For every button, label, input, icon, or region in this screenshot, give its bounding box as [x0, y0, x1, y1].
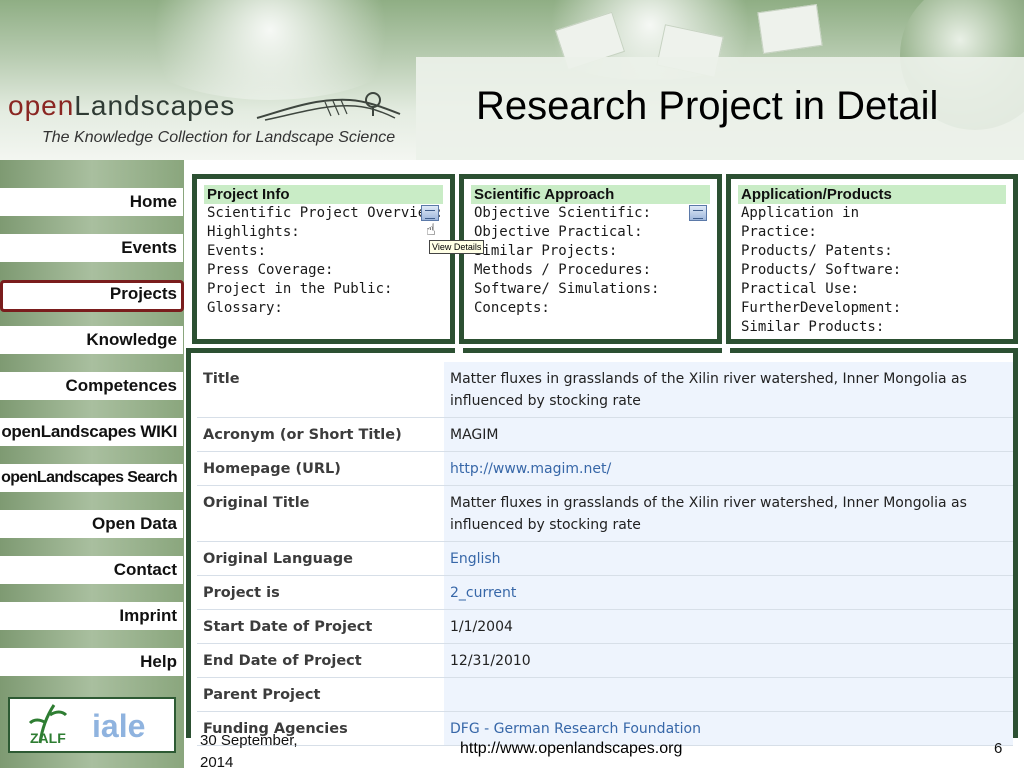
openlandscapes-logo[interactable]: openLandscapes [8, 90, 235, 122]
events-link[interactable]: Events: [204, 242, 443, 261]
view-details-tooltip: View Details [429, 240, 485, 254]
table-row: Homepage (URL) http://www.magim.net/ [197, 451, 1013, 486]
table-row: Original Language English [197, 541, 1013, 576]
nav-item-competences[interactable]: Competences [0, 372, 183, 400]
cloud-decoration [120, 0, 420, 100]
table-row: Start Date of Project 1/1/2004 [197, 609, 1013, 644]
zalf-logo-text: ZALF [30, 730, 66, 746]
methods-procedures-link[interactable]: Methods / Procedures: [471, 261, 710, 280]
nav-item-help[interactable]: Help [0, 648, 183, 676]
similar-projects-link[interactable]: Similar Projects: [471, 242, 710, 261]
products-patents-link[interactable]: Products/ Patents: [738, 242, 1006, 261]
project-in-the-public-link[interactable]: Project in the Public: [204, 280, 443, 299]
end-date-value: 12/31/2010 [444, 643, 1013, 678]
nav-item-imprint[interactable]: Imprint [0, 602, 183, 630]
project-details-table: Title Matter fluxes in grasslands of the… [197, 362, 1013, 746]
scientific-approach-heading: Scientific Approach [471, 185, 710, 204]
parent-project-value [444, 677, 1013, 712]
view-details-icon[interactable] [421, 205, 439, 221]
table-row: Title Matter fluxes in grasslands of the… [197, 362, 1013, 418]
sidebar-nav: Home Events Projects Knowledge Competenc… [0, 160, 184, 768]
press-coverage-link[interactable]: Press Coverage: [204, 261, 443, 280]
partner-logos: ZALF iale [8, 697, 176, 753]
scientific-project-overview-link[interactable]: Scientific Project Overview: [204, 204, 443, 223]
scientific-approach-box: Scientific Approach Objective Scientific… [459, 174, 722, 344]
project-info-box: Project Info Scientific Project Overview… [192, 174, 455, 344]
project-status-label: Project is [197, 575, 444, 610]
title-label: Title [197, 362, 444, 418]
floating-paper-decoration [757, 4, 823, 54]
view-details-icon[interactable] [689, 205, 707, 221]
nav-item-events[interactable]: Events [0, 234, 183, 262]
footer-url-link[interactable]: http://www.openlandscapes.org [460, 740, 682, 758]
original-title-value: Matter fluxes in grasslands of the Xilin… [444, 485, 1013, 542]
nav-item-open-data[interactable]: Open Data [0, 510, 183, 538]
application-in-practice-link[interactable]: Application in [738, 204, 1006, 223]
parent-project-label: Parent Project [197, 677, 444, 712]
landscape-hills-icon [256, 92, 401, 121]
project-info-heading: Project Info [204, 185, 443, 204]
title-value: Matter fluxes in grasslands of the Xilin… [444, 362, 1013, 418]
table-row: Acronym (or Short Title) MAGIM [197, 417, 1013, 452]
zalf-iale-logo-icon: ZALF iale [28, 704, 145, 746]
products-software-link[interactable]: Products/ Software: [738, 261, 1006, 280]
table-row: Project is 2_current [197, 575, 1013, 610]
acronym-label: Acronym (or Short Title) [197, 417, 444, 452]
nav-item-knowledge[interactable]: Knowledge [0, 326, 183, 354]
end-date-label: End Date of Project [197, 643, 444, 678]
nav-item-projects[interactable]: Projects [0, 280, 184, 312]
iale-logo-text: iale [92, 708, 145, 744]
nav-item-home[interactable]: Home [0, 188, 183, 216]
application-products-heading: Application/Products [738, 185, 1006, 204]
acronym-value: MAGIM [444, 417, 1013, 452]
logo-text-open: open [8, 90, 75, 121]
application-products-box: Application/Products Application in Prac… [726, 174, 1018, 344]
project-status-link[interactable]: 2_current [444, 575, 1013, 610]
similar-products-link[interactable]: Similar Products: [738, 318, 1006, 337]
nav-item-openlandscapes-wiki[interactable]: openLandscapes WIKI [0, 418, 183, 446]
start-date-label: Start Date of Project [197, 609, 444, 644]
concepts-link[interactable]: Concepts: [471, 299, 710, 318]
highlights-link[interactable]: Highlights: [204, 223, 443, 242]
original-language-label: Original Language [197, 541, 444, 576]
hand-cursor-icon: ☝ [426, 220, 436, 239]
logo-tagline: The Knowledge Collection for Landscape S… [42, 129, 396, 146]
slide-title: Research Project in Detail [476, 84, 939, 128]
logo-text-landscapes: Landscapes [74, 90, 236, 121]
page-number: 6 [994, 740, 1003, 757]
homepage-link[interactable]: http://www.magim.net/ [444, 451, 1013, 486]
table-row: End Date of Project 12/31/2010 [197, 643, 1013, 678]
further-development-link[interactable]: FurtherDevelopment: [738, 299, 1006, 318]
objective-scientific-link[interactable]: Objective Scientific: [471, 204, 710, 223]
software-simulations-link[interactable]: Software/ Simulations: [471, 280, 710, 299]
footer-date: 30 September, 2014 [200, 732, 298, 768]
application-in-practice-link-cont[interactable]: Practice: [738, 223, 1006, 242]
practical-use-link[interactable]: Practical Use: [738, 280, 1006, 299]
start-date-value: 1/1/2004 [444, 609, 1013, 644]
original-title-label: Original Title [197, 485, 444, 542]
glossary-link[interactable]: Glossary: [204, 299, 443, 318]
original-language-link[interactable]: English [444, 541, 1013, 576]
nav-item-contact[interactable]: Contact [0, 556, 183, 584]
frame-separator [455, 348, 463, 358]
objective-practical-link[interactable]: Objective Practical: [471, 223, 710, 242]
table-row: Original Title Matter fluxes in grasslan… [197, 485, 1013, 542]
nav-item-openlandscapes-search[interactable]: openLandscapes Search [0, 464, 183, 492]
frame-separator [722, 348, 730, 358]
table-row: Parent Project [197, 677, 1013, 712]
homepage-label: Homepage (URL) [197, 451, 444, 486]
